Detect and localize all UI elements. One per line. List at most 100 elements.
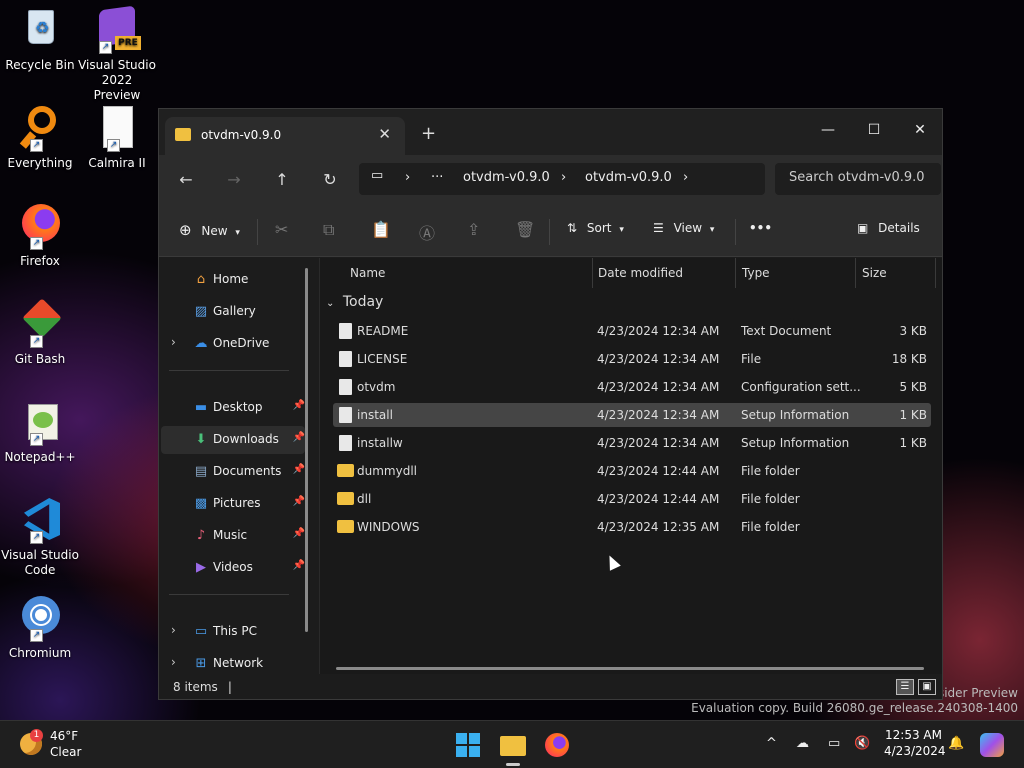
up-button[interactable]: ↑ (271, 170, 293, 189)
sidebar-item-music[interactable]: ♪ Music 📌 (161, 522, 305, 550)
display-icon[interactable]: ▭ (828, 736, 840, 751)
pin-icon[interactable]: 📌 (293, 560, 305, 571)
file-row[interactable]: README 4/23/2024 12:34 AM Text Document … (333, 319, 931, 343)
file-row[interactable]: installw 4/23/2024 12:34 AM Setup Inform… (333, 431, 931, 455)
column-header-name[interactable]: Name (350, 258, 385, 288)
notification-bell-icon[interactable]: 🔔 (948, 736, 964, 751)
sidebar-item-this-pc[interactable]: › ▭ This PC (161, 618, 305, 646)
chevron-down-icon: ▾ (619, 225, 624, 235)
sidebar-item-gallery[interactable]: ▨ Gallery (161, 298, 305, 326)
sidebar-item-home[interactable]: ⌂ Home (161, 266, 305, 294)
volume-muted-icon[interactable]: 🔇 (854, 736, 870, 751)
column-header-type[interactable]: Type (742, 258, 770, 288)
address-bar[interactable]: ▭ › ··· otvdm-v0.9.0 › otvdm-v0.9.0 › (359, 163, 765, 195)
copy-icon[interactable]: ⧉ (323, 220, 334, 240)
horizontal-scrollbar[interactable] (336, 667, 924, 670)
pin-icon[interactable]: 📌 (293, 464, 305, 475)
more-options-button[interactable]: ••• (749, 221, 772, 235)
sidebar-item-label: Music (213, 528, 248, 542)
rename-icon[interactable]: Ⓐ (419, 220, 435, 244)
delete-icon[interactable]: 🗑 (515, 220, 535, 239)
share-icon[interactable]: ⇪ (467, 220, 480, 239)
sidebar-item-onedrive[interactable]: › ☁ OneDrive (161, 330, 305, 358)
file-explorer-icon (500, 736, 526, 756)
sidebar-item-pictures[interactable]: ▩ Pictures 📌 (161, 490, 305, 518)
chevron-right-icon[interactable]: › (171, 655, 176, 669)
maximize-button[interactable]: ☐ (851, 115, 897, 145)
details-button[interactable]: ▣ Details (857, 221, 920, 235)
paste-icon[interactable]: 📋 (371, 220, 391, 239)
sidebar-item-label: Desktop (213, 400, 263, 414)
desktop-icon-recycle-bin[interactable]: ♻ Recycle Bin (0, 6, 80, 73)
sidebar-item-label: Documents (213, 464, 282, 478)
breadcrumb-item[interactable]: otvdm-v0.9.0 (585, 170, 672, 185)
recycle-bin-icon: ♻ (16, 6, 64, 54)
breadcrumb-item[interactable]: otvdm-v0.9.0 (463, 170, 550, 185)
file-name: WINDOWS (357, 520, 420, 534)
desktop-icon-everything[interactable]: ↗ Everything (0, 104, 80, 171)
new-tab-button[interactable]: + (421, 123, 436, 144)
details-view-icon[interactable]: ☰ (896, 679, 914, 695)
cloud-offline-icon[interactable]: ☁ (796, 736, 809, 751)
cut-icon[interactable]: ✂ (275, 220, 288, 239)
desktop-icon-chromium[interactable]: ↗ Chromium (0, 594, 80, 661)
weather-widget[interactable]: 1 46°F Clear (18, 727, 88, 763)
desktop-icon-firefox[interactable]: ↗ Firefox (0, 202, 80, 269)
pin-icon[interactable]: 📌 (293, 400, 305, 411)
sidebar-item-documents[interactable]: ▤ Documents 📌 (161, 458, 305, 486)
tab-otvdm[interactable]: otvdm-v0.9.0 ✕ (165, 117, 405, 155)
document-icon: ↗ (93, 104, 141, 152)
pin-icon[interactable]: 📌 (293, 496, 305, 507)
start-button[interactable] (456, 733, 480, 757)
desktop-icon-notepad-plus-plus[interactable]: ↗ Notepad++ (0, 398, 80, 465)
taskbar: 1 46°F Clear ^ ☁ ▭ 🔇 12:53 AM 4/23/2024 … (0, 720, 1024, 768)
group-header-today[interactable]: ⌄ Today (326, 294, 383, 310)
shortcut-arrow-icon: ↗ (30, 629, 43, 642)
desktop-icon-visual-studio[interactable]: PRE ↗ Visual Studio 2022 Preview (77, 5, 157, 103)
back-button[interactable]: ← (175, 170, 197, 189)
sidebar-item-downloads[interactable]: ⬇ Downloads 📌 (161, 426, 305, 454)
desktop-icon-calmira[interactable]: ↗ Calmira II (77, 104, 157, 171)
desktop-icon-label: Firefox (20, 254, 60, 268)
desktop-icon-label: Visual Studio Code (1, 548, 79, 577)
breadcrumb-more[interactable]: ··· (431, 170, 443, 185)
file-explorer-window: otvdm-v0.9.0 ✕ + — ☐ ✕ ← → ↑ ↻ ▭ › ··· o… (158, 108, 943, 700)
taskbar-firefox[interactable] (545, 733, 569, 757)
forward-button[interactable]: → (223, 170, 245, 189)
desktop-icon-label: Recycle Bin (5, 58, 75, 72)
chevron-down-icon: ⌄ (326, 298, 335, 309)
close-button[interactable]: ✕ (897, 115, 943, 145)
new-button[interactable]: ⊕ New ▾ (179, 221, 240, 239)
column-header-size[interactable]: Size (862, 258, 887, 288)
show-hidden-icons-button[interactable]: ^ (766, 736, 777, 751)
minimize-button[interactable]: — (805, 115, 851, 145)
clock[interactable]: 12:53 AM 4/23/2024 (884, 728, 946, 758)
file-row[interactable]: LICENSE 4/23/2024 12:34 AM File 18 KB (333, 347, 931, 371)
sidebar-item-videos[interactable]: ▶ Videos 📌 (161, 554, 305, 582)
tab-close-button[interactable]: ✕ (378, 125, 391, 143)
pin-icon[interactable]: 📌 (293, 432, 305, 443)
file-row[interactable]: dll 4/23/2024 12:44 AM File folder (333, 487, 931, 511)
file-row[interactable]: install 4/23/2024 12:34 AM Setup Informa… (333, 403, 931, 427)
taskbar-file-explorer[interactable] (500, 733, 526, 766)
copilot-icon[interactable] (980, 733, 1004, 757)
desktop-icon-git-bash[interactable]: ↗ Git Bash (0, 298, 80, 367)
file-row[interactable]: otvdm 4/23/2024 12:34 AM Configuration s… (333, 375, 931, 399)
sidebar-scrollbar[interactable] (305, 268, 308, 632)
pin-icon[interactable]: 📌 (293, 528, 305, 539)
search-box[interactable]: Search otvdm-v0.9.0 (775, 163, 941, 195)
refresh-button[interactable]: ↻ (319, 170, 341, 189)
column-header-date[interactable]: Date modified (598, 258, 683, 288)
chevron-right-icon[interactable]: › (171, 335, 176, 349)
sort-button[interactable]: ⇅ Sort ▾ (567, 221, 624, 235)
file-row[interactable]: WINDOWS 4/23/2024 12:35 AM File folder (333, 515, 931, 539)
tiles-view-icon[interactable]: ▣ (918, 679, 936, 695)
sidebar-item-desktop[interactable]: ▬ Desktop 📌 (161, 394, 305, 422)
view-button[interactable]: ☰ View ▾ (653, 221, 714, 235)
everything-icon: ↗ (16, 104, 64, 152)
file-date: 4/23/2024 12:44 AM (597, 492, 720, 506)
chevron-right-icon[interactable]: › (171, 623, 176, 637)
mouse-cursor-icon (604, 552, 621, 571)
desktop-icon-vscode[interactable]: ↗ Visual Studio Code (0, 496, 80, 578)
file-row[interactable]: dummydll 4/23/2024 12:44 AM File folder (333, 459, 931, 483)
